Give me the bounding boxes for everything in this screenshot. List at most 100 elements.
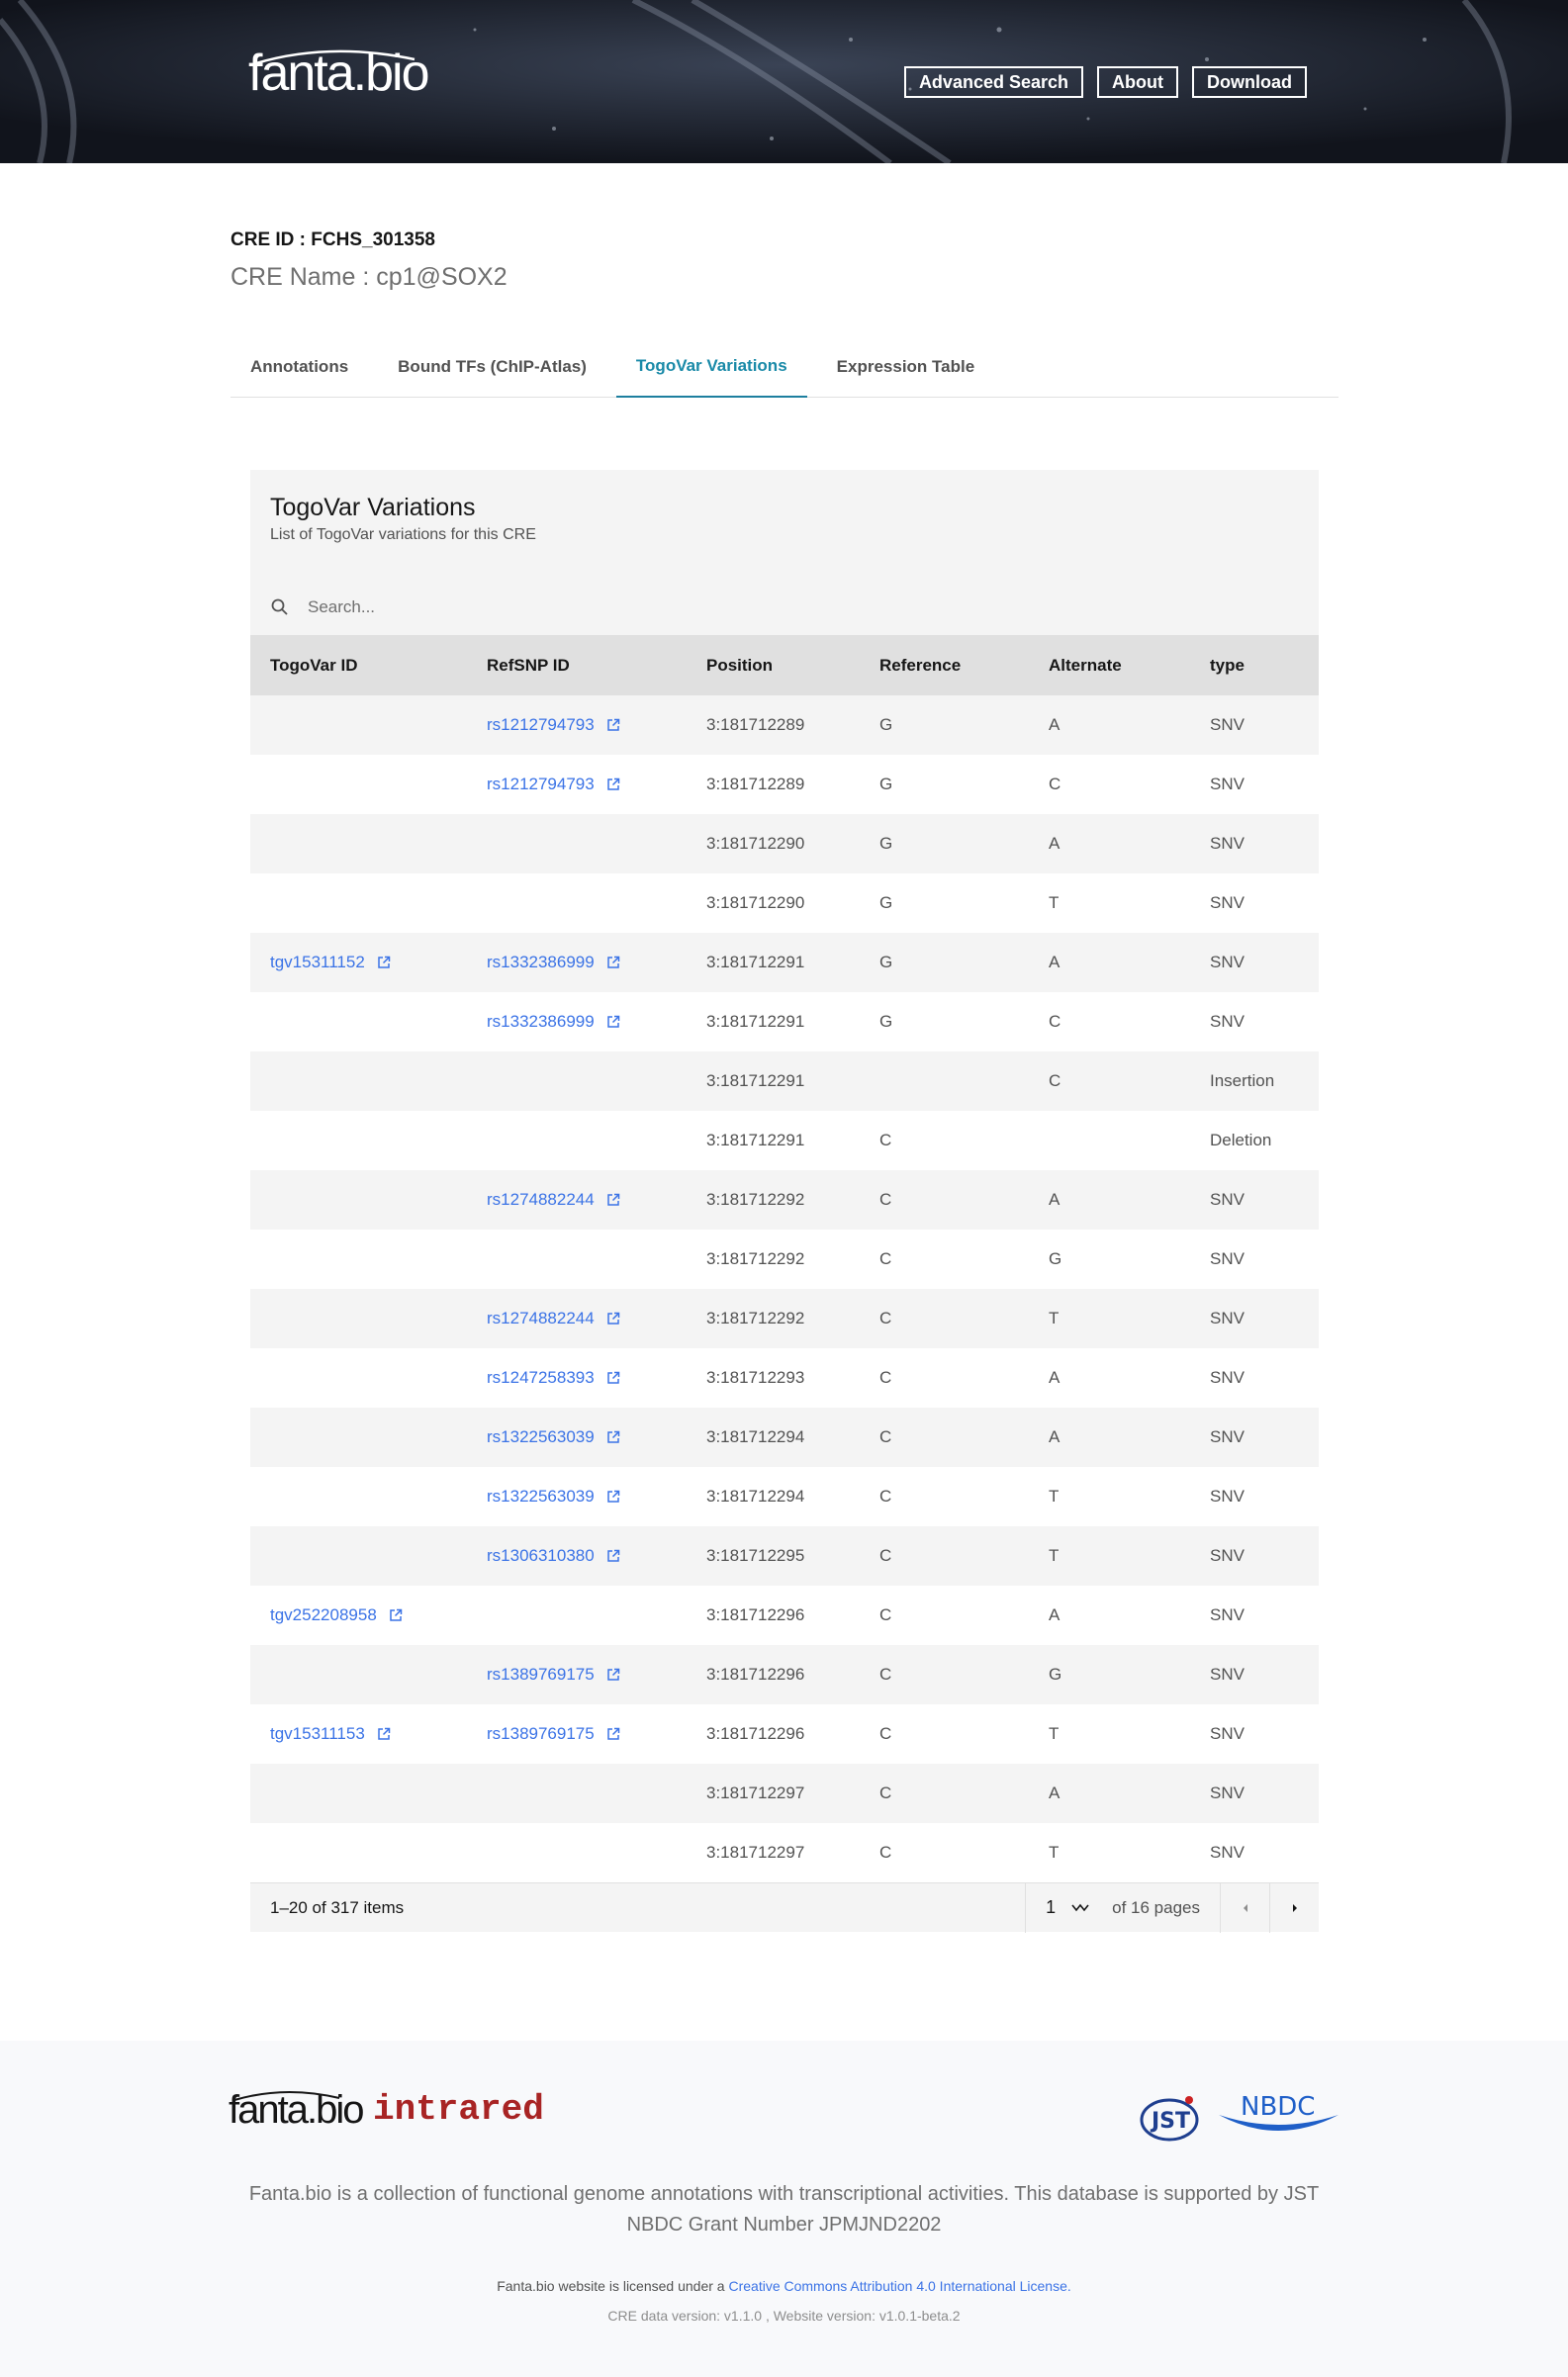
cell-alternate: T <box>1029 873 1190 933</box>
cell-refsnp-id: rs1332386999 <box>467 992 687 1051</box>
cell-text: G <box>879 1012 893 1031</box>
refsnp-id-link[interactable]: rs1274882244 <box>487 1309 595 1327</box>
cell-refsnp-id <box>467 1764 687 1823</box>
cell-refsnp-id: rs1212794793 <box>467 755 687 814</box>
cell-alternate: A <box>1029 1586 1190 1645</box>
pagination: 1–20 of 317 items 1 of 16 pages <box>250 1882 1319 1933</box>
jst-logo[interactable]: JST <box>1138 2090 1201 2144</box>
cell-togovar-id: tgv15311153 <box>250 1704 467 1764</box>
table-row: tgv15311152 rs1332386999 3:181712291 G A SNV <box>250 933 1319 992</box>
cell-text: SNV <box>1210 1605 1245 1624</box>
refsnp-id-link[interactable]: rs1247258393 <box>487 1368 595 1387</box>
cell-type: SNV <box>1190 873 1319 933</box>
caret-left-icon <box>1243 1903 1247 1912</box>
cell-position: 3:181712292 <box>687 1230 860 1289</box>
cell-refsnp-id: rs1274882244 <box>467 1170 687 1230</box>
column-header-type[interactable]: type <box>1190 636 1319 695</box>
table-row: 3:181712297 C A SNV <box>250 1764 1319 1823</box>
page-select[interactable]: 1 <box>1025 1882 1104 1933</box>
column-header-reference[interactable]: Reference <box>860 636 1029 695</box>
togovar-id-link[interactable]: tgv15311152 <box>270 953 365 971</box>
cell-text: 3:181712289 <box>706 715 805 734</box>
refsnp-id-link[interactable]: rs1389769175 <box>487 1665 595 1684</box>
cell-type: SNV <box>1190 695 1319 755</box>
column-header-refsnp-id[interactable]: RefSNP ID <box>467 636 687 695</box>
external-link-icon <box>606 1490 619 1503</box>
column-header-alternate[interactable]: Alternate <box>1029 636 1190 695</box>
cell-type: SNV <box>1190 1823 1319 1882</box>
cell-text: Insertion <box>1210 1071 1275 1090</box>
cell-text: 3:181712292 <box>706 1190 805 1209</box>
tab-bound-tfs[interactable]: Bound TFs (ChIP-Atlas) <box>378 336 606 398</box>
cell-text: A <box>1049 1783 1061 1802</box>
cell-reference: G <box>860 695 1029 755</box>
column-header-togovar-id[interactable]: TogoVar ID <box>250 636 467 695</box>
column-header-position[interactable]: Position <box>687 636 860 695</box>
cell-reference: C <box>860 1764 1029 1823</box>
external-link-icon <box>606 777 619 790</box>
tab-togovar-variations[interactable]: TogoVar Variations <box>615 336 807 398</box>
table-row: 3:181712292 C G SNV <box>250 1230 1319 1289</box>
table-row: tgv15311153 rs1389769175 3:181712296 C T SNV <box>250 1704 1319 1764</box>
nbdc-logo[interactable]: NBDC <box>1217 2085 1340 2135</box>
cell-text: C <box>879 1783 892 1802</box>
cell-type: SNV <box>1190 1408 1319 1467</box>
table-row: rs1332386999 3:181712291 G C SNV <box>250 992 1319 1051</box>
cell-type: Deletion <box>1190 1111 1319 1170</box>
advanced-search-button[interactable]: Advanced Search <box>903 66 1084 98</box>
about-button[interactable]: About <box>1097 66 1178 98</box>
refsnp-id-link[interactable]: rs1212794793 <box>487 775 595 793</box>
cell-refsnp-id <box>467 873 687 933</box>
cell-reference: C <box>860 1348 1029 1408</box>
external-link-icon <box>606 1015 619 1028</box>
tab-expression-table[interactable]: Expression Table <box>817 336 995 398</box>
tab-annotations[interactable]: Annotations <box>231 336 368 398</box>
cell-reference: G <box>860 873 1029 933</box>
table-row: rs1322563039 3:181712294 C T SNV <box>250 1467 1319 1526</box>
cell-togovar-id <box>250 1764 467 1823</box>
cell-type: SNV <box>1190 1704 1319 1764</box>
cell-alternate: T <box>1029 1289 1190 1348</box>
next-page-button[interactable] <box>1269 1882 1319 1933</box>
refsnp-id-link[interactable]: rs1332386999 <box>487 953 595 971</box>
cell-text: T <box>1049 1724 1060 1743</box>
cell-reference: C <box>860 1230 1029 1289</box>
cell-text: A <box>1049 953 1061 971</box>
cell-reference: C <box>860 1823 1029 1882</box>
external-link-icon <box>606 1668 619 1681</box>
search-input[interactable] <box>308 596 1198 617</box>
license-link[interactable]: Creative Commons Attribution 4.0 Interna… <box>728 2278 1070 2294</box>
pagination-items-text: 1–20 of 317 items <box>270 1897 405 1917</box>
download-button[interactable]: Download <box>1192 66 1307 98</box>
table-row: rs1389769175 3:181712296 C G SNV <box>250 1645 1319 1704</box>
logo-arc-icon <box>255 49 415 65</box>
previous-page-button[interactable] <box>1220 1882 1269 1933</box>
external-link-icon <box>606 956 619 968</box>
refsnp-id-link[interactable]: rs1212794793 <box>487 715 595 734</box>
cell-text: C <box>879 1368 892 1387</box>
cell-text: C <box>879 1724 892 1743</box>
refsnp-id-link[interactable]: rs1322563039 <box>487 1427 595 1446</box>
togovar-id-link[interactable]: tgv252208958 <box>270 1605 377 1624</box>
cell-text: A <box>1049 1368 1061 1387</box>
cell-position: 3:181712291 <box>687 1111 860 1170</box>
togovar-id-link[interactable]: tgv15311153 <box>270 1724 365 1743</box>
cell-alternate: A <box>1029 1408 1190 1467</box>
intrared-logo[interactable]: intrared <box>373 2092 544 2128</box>
cell-refsnp-id: rs1389769175 <box>467 1704 687 1764</box>
cell-text: C <box>879 1843 892 1862</box>
cell-type: SNV <box>1190 1348 1319 1408</box>
refsnp-id-link[interactable]: rs1322563039 <box>487 1487 595 1506</box>
togovar-table-card: TogoVar Variations List of TogoVar varia… <box>250 470 1319 1933</box>
cell-text: T <box>1049 1487 1060 1506</box>
table-header-row: TogoVar ID RefSNP ID Position Reference … <box>250 636 1319 695</box>
refsnp-id-link[interactable]: rs1332386999 <box>487 1012 595 1031</box>
refsnp-id-link[interactable]: rs1389769175 <box>487 1724 595 1743</box>
cell-type: SNV <box>1190 1467 1319 1526</box>
refsnp-id-link[interactable]: rs1274882244 <box>487 1190 595 1209</box>
cell-text: 3:181712291 <box>706 953 805 971</box>
license-prefix: Fanta.bio website is licensed under a <box>497 2278 725 2294</box>
cell-text: SNV <box>1210 1783 1245 1802</box>
table-description: List of TogoVar variations for this CRE <box>270 526 536 543</box>
refsnp-id-link[interactable]: rs1306310380 <box>487 1546 595 1565</box>
